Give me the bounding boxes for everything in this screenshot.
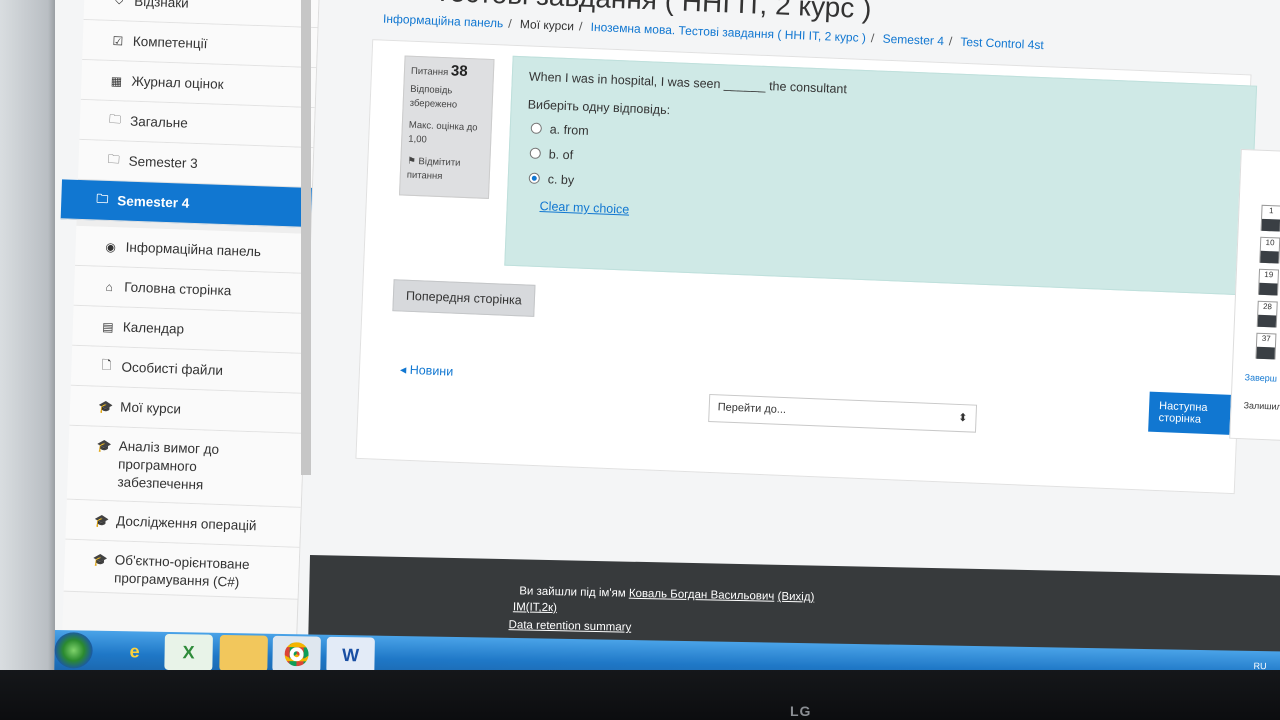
cell-number: 28 bbox=[1262, 301, 1273, 312]
shield-icon: ⛉ bbox=[114, 0, 125, 8]
internet-explorer-icon[interactable]: e bbox=[110, 633, 159, 670]
sidebar-item-label: Головна сторінка bbox=[124, 279, 232, 299]
cell-number: 37 bbox=[1261, 333, 1271, 344]
logout-link[interactable]: (Вихід) bbox=[777, 591, 814, 604]
previous-page-button[interactable]: Попередня сторінка bbox=[392, 279, 536, 317]
select-arrows-icon: ⬍ bbox=[958, 411, 968, 425]
arrow-left-icon: ◂ bbox=[399, 362, 411, 377]
start-orb-icon[interactable] bbox=[54, 631, 93, 669]
graduation-cap-icon: 🎓 bbox=[97, 399, 114, 414]
sidebar-item-label: Журнал оцінок bbox=[131, 73, 224, 92]
graduation-cap-icon: 🎓 bbox=[96, 438, 112, 454]
home-icon: ⌂ bbox=[105, 279, 114, 294]
sidebar-item-label: Дослідження операцій bbox=[115, 513, 257, 534]
breadcrumb-semester[interactable]: Semester 4 bbox=[882, 32, 944, 48]
folder-icon: 🗀 bbox=[108, 111, 122, 127]
radio-b[interactable] bbox=[529, 147, 542, 160]
sidebar-item-label: Компетенції bbox=[132, 33, 208, 52]
quiz-nav-cell[interactable]: 28 bbox=[1256, 300, 1278, 328]
file-explorer-icon[interactable] bbox=[219, 634, 268, 672]
question-label: Питання bbox=[410, 65, 449, 79]
monitor-brand-logo: LG bbox=[790, 703, 812, 719]
group-link[interactable]: ІМ(ІТ,2к) bbox=[513, 601, 557, 614]
breadcrumb-my-courses[interactable]: Мої курси bbox=[520, 17, 575, 33]
cell-number: 1 bbox=[1268, 206, 1274, 216]
news-label: Новини bbox=[409, 362, 454, 379]
graduation-cap-icon: 🎓 bbox=[93, 513, 110, 528]
clear-choice-link[interactable]: Clear my choice bbox=[539, 199, 629, 217]
sidebar: ⛉ Відзнаки ☑ Компетенції ▦ Журнал оцінок 🗀 З… bbox=[60, 0, 320, 648]
quiz-nav-cell[interactable]: 10 bbox=[1259, 236, 1280, 264]
sidebar-scrollbar[interactable] bbox=[301, 0, 311, 475]
breadcrumb-dashboard[interactable]: Інформаційна панель bbox=[383, 12, 504, 31]
jump-to-select[interactable]: Перейти до... ⬍ bbox=[708, 393, 978, 433]
question-number: 38 bbox=[450, 62, 469, 80]
chrome-icon[interactable] bbox=[272, 635, 321, 673]
cell-number: 10 bbox=[1265, 237, 1275, 248]
monitor-bottom-bezel bbox=[0, 670, 1280, 720]
option-label: b. of bbox=[548, 146, 574, 162]
sidebar-item-course-oop[interactable]: 🎓 Об'єктно-орієнтоване програмування (C#) bbox=[63, 539, 300, 600]
sidebar-item-label: Особисті файли bbox=[121, 359, 224, 379]
screen: ⛉ Відзнаки ☑ Компетенції ▦ Журнал оцінок 🗀 З… bbox=[55, 0, 1280, 672]
breadcrumb-quiz[interactable]: Test Control 4st bbox=[960, 35, 1044, 52]
file-icon: 🗋 bbox=[101, 357, 112, 373]
flag-question[interactable]: ⚑ Відмітити питання bbox=[407, 155, 484, 186]
checkbox-icon: ☑ bbox=[112, 33, 124, 48]
data-retention-label: Data retention summary bbox=[508, 619, 632, 634]
folder-icon: 🗀 bbox=[107, 151, 121, 167]
word-icon[interactable]: W bbox=[326, 636, 375, 674]
finish-attempt-link[interactable]: Заверш bbox=[1244, 372, 1277, 383]
quiz-nav-cell[interactable]: 19 bbox=[1258, 268, 1280, 296]
flag-icon: ⚑ bbox=[407, 155, 419, 168]
sidebar-item-course-requirements[interactable]: 🎓 Аналіз вимог до програмного забезпеченн… bbox=[66, 425, 304, 508]
sidebar-item-label: Об'єктно-орієнтоване програмування (C#) bbox=[113, 552, 250, 590]
cell-number: 19 bbox=[1264, 269, 1274, 280]
news-link[interactable]: ◂ Новини bbox=[400, 362, 454, 379]
quiz-card: Питання 38 Відповідь збережено Макс. оці… bbox=[355, 39, 1258, 495]
time-remaining: Залишило bbox=[1243, 400, 1280, 412]
sidebar-item-label: Semester 3 bbox=[128, 153, 198, 172]
radio-a[interactable] bbox=[530, 122, 543, 135]
question-status: Відповідь збережено bbox=[409, 83, 458, 111]
breadcrumb-course[interactable]: Іноземна мова. Тестові завдання ( ННІ ІТ… bbox=[590, 20, 866, 45]
dashboard-icon: ◉ bbox=[105, 239, 117, 254]
graduation-cap-icon: 🎓 bbox=[92, 552, 108, 568]
quiz-nav-cell[interactable]: 1 bbox=[1260, 204, 1280, 232]
sidebar-item-label: Мої курси bbox=[119, 399, 182, 417]
folder-icon: 🗀 bbox=[96, 191, 109, 206]
group-label: ІМ(ІТ,2к) bbox=[512, 601, 558, 615]
main-content: Тестові завдання ( ННІ ІТ, 2 курс ) Інфо… bbox=[321, 0, 1280, 608]
sidebar-item-label: Аналіз вимог до програмного забезпечення bbox=[117, 438, 220, 493]
radio-c[interactable] bbox=[528, 172, 541, 184]
login-info: Ви зайшли під ім'ям Коваль Богдан Василь… bbox=[519, 585, 814, 603]
sidebar-item-label: Відзнаки bbox=[134, 0, 190, 11]
option-label: a. from bbox=[549, 121, 589, 138]
excel-icon[interactable]: X bbox=[164, 633, 213, 671]
table-icon: ▦ bbox=[110, 73, 123, 88]
calendar-icon: ▤ bbox=[102, 319, 114, 334]
login-text: Ви зайшли під ім'ям bbox=[519, 585, 626, 600]
next-page-button[interactable]: Наступна сторінка bbox=[1148, 391, 1238, 436]
question-box: When I was in hospital, I was seen _____… bbox=[504, 55, 1258, 296]
jump-to-value: Перейти до... bbox=[717, 401, 787, 417]
sidebar-item-label: Інформаційна панель bbox=[125, 239, 262, 260]
quiz-nav-cell[interactable]: 37 bbox=[1255, 332, 1277, 360]
option-label: c. by bbox=[547, 171, 575, 187]
question-max-mark: Макс. оцінка до 1,00 bbox=[408, 119, 478, 146]
data-retention-link[interactable]: Data retention summary bbox=[508, 619, 631, 634]
sidebar-item-label: Загальне bbox=[129, 113, 188, 131]
sidebar-item-label: Semester 4 bbox=[117, 193, 190, 211]
question-info: Питання 38 Відповідь збережено Макс. оці… bbox=[398, 55, 495, 199]
sidebar-item-label: Календар bbox=[122, 319, 185, 337]
user-link[interactable]: Коваль Богдан Васильович bbox=[629, 588, 775, 603]
